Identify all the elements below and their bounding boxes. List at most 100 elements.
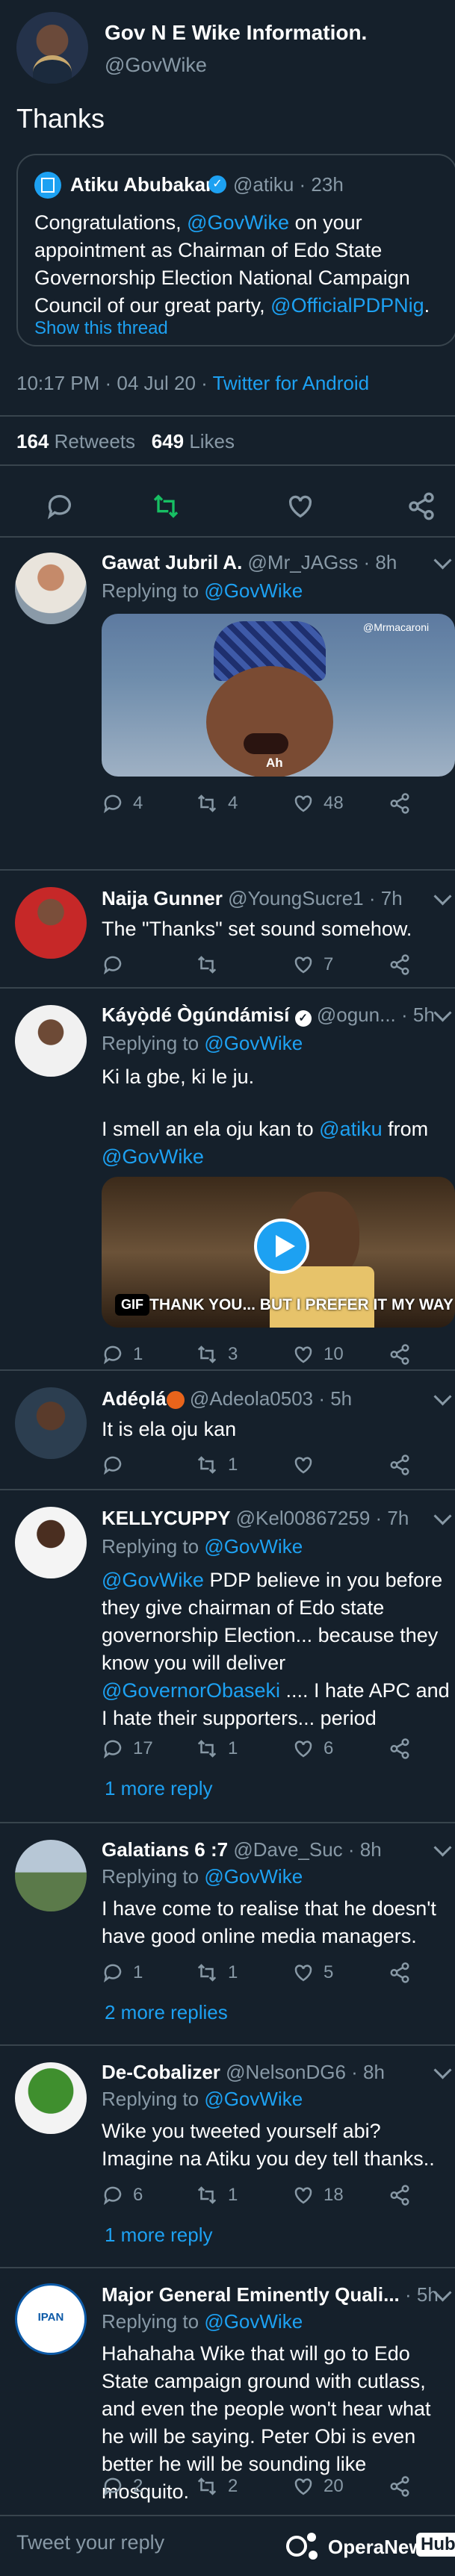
retweet-button[interactable]: 1 [195,2180,238,2210]
share-button[interactable] [389,2471,411,2501]
like-button[interactable] [292,1450,324,1480]
reply-button[interactable] [37,484,82,529]
mention-link[interactable]: @GovWike [204,2088,303,2110]
reply-button[interactable]: 6 [102,2180,143,2210]
likes-label[interactable]: Likes [189,430,235,452]
author-name[interactable]: Naija Gunner [102,887,223,909]
source-link[interactable]: Twitter for Android [213,372,370,394]
reply-button[interactable]: 1 [102,1958,143,1988]
like-button[interactable]: 6 [292,1734,333,1764]
chevron-down-icon[interactable] [433,887,452,906]
mention-link[interactable]: @GovWike [204,579,303,602]
mention-link[interactable]: @GovWike [102,1145,204,1168]
retweet-button[interactable]: 1 [195,1734,238,1764]
media-image[interactable]: @Mrmacaroni Ah [102,614,455,777]
mention-link[interactable]: @GovWike [204,1865,303,1888]
reply-button[interactable]: 1 [102,1340,143,1369]
gif-media[interactable]: GIF THANK YOU... BUT I PREFER IT MY WAY [102,1177,455,1328]
author-name[interactable]: Gov N E Wike Information. [105,21,367,45]
author-name[interactable]: KELLYCUPPY [102,1507,230,1529]
chevron-down-icon[interactable] [433,1507,452,1525]
like-button[interactable]: 5 [292,1958,333,1988]
mention-link[interactable]: @GovWike [187,211,289,234]
reply-button[interactable] [102,1450,133,1480]
more-replies-link[interactable]: 2 more replies [105,2001,228,2024]
like-button[interactable]: 20 [292,2471,344,2501]
author-handle[interactable]: @Adeola0503 · 5h [190,1387,352,1410]
author-handle[interactable]: · 5h [405,2283,439,2306]
retweet-button[interactable]: 1 [195,1958,238,1988]
reply-button[interactable]: 2 [102,2471,143,2501]
like-button[interactable]: 48 [292,788,344,818]
like-button[interactable]: 10 [292,1340,344,1369]
share-button[interactable] [389,1340,411,1369]
reply-tweet[interactable]: Naija Gunner @YoungSucre1 · 7h The "Than… [0,871,455,990]
play-icon[interactable] [254,1219,309,1274]
retweet-button[interactable]: 2 [195,2471,238,2501]
reply-tweet[interactable]: KELLYCUPPY @Kel00867259 · 7h Replying to… [0,1490,455,1819]
chevron-down-icon[interactable] [433,1387,452,1406]
avatar[interactable] [15,1507,87,1578]
quoted-tweet[interactable]: Atiku Abubakar ✓ @atiku · 23h Congratula… [16,154,455,346]
author-handle[interactable]: @Dave_Suc · 8h [233,1838,381,1861]
avatar[interactable] [15,553,87,624]
avatar[interactable]: IPAN [15,2283,87,2355]
avatar[interactable] [15,2062,87,2134]
retweet-button[interactable] [143,484,188,529]
like-button[interactable]: 7 [292,950,333,980]
reply-tweet[interactable]: Káyọ̀dé Ògúndámisí ✓ @ogun... · 5h Reply… [0,989,455,1365]
mention-link[interactable]: @GovWike [204,1032,303,1054]
retweet-button[interactable]: 3 [195,1340,238,1369]
retweet-button[interactable]: 1 [195,1450,238,1480]
author-name[interactable]: De-Cobalizer [102,2061,220,2083]
reply-tweet[interactable]: De-Cobalizer @NelsonDG6 · 8h Replying to… [0,2046,455,2265]
chevron-down-icon[interactable] [433,1004,452,1022]
author-name[interactable]: Galatians 6 :7 [102,1838,228,1861]
author-name[interactable]: Káyọ̀dé Ògúndámisí [102,1004,289,1026]
share-button[interactable] [389,788,411,818]
author-handle[interactable]: @NelsonDG6 · 8h [226,2061,385,2083]
reply-button[interactable] [102,950,133,980]
mention-link[interactable]: @OfficialPDPNig [270,294,424,317]
more-replies-link[interactable]: 1 more reply [105,2224,213,2247]
author-handle[interactable]: @Kel00867259 · 7h [236,1507,409,1529]
reply-tweet[interactable]: Galatians 6 :7 @Dave_Suc · 8h Replying t… [0,1823,455,2043]
chevron-down-icon[interactable] [433,2061,452,2079]
avatar[interactable] [15,887,87,959]
share-button[interactable] [389,2180,411,2210]
mention-link[interactable]: @GovWike [204,2310,303,2333]
avatar[interactable] [15,1005,87,1077]
likes-count[interactable]: 649 [152,430,184,452]
mention-link[interactable]: @GovWike [204,1535,303,1558]
more-replies-link[interactable]: 1 more reply [105,1777,213,1800]
mention-link[interactable]: @atiku [319,1118,382,1140]
reply-tweet[interactable]: IPAN Major General Eminently Quali... · … [0,2268,455,2515]
share-button[interactable] [389,1958,411,1988]
share-button[interactable] [389,950,411,980]
avatar[interactable] [15,1387,87,1459]
reply-tweet[interactable]: Gawat Jubril A. @Mr_JAGss · 8h Replying … [0,538,455,874]
reply-tweet[interactable]: Adéọlá @Adeola0503 · 5h It is ela oju ka… [0,1371,455,1483]
reply-button[interactable]: 17 [102,1734,153,1764]
chevron-down-icon[interactable] [433,1838,452,1857]
share-button[interactable] [389,1450,411,1480]
retweets-label[interactable]: Retweets [55,430,135,452]
like-button[interactable] [278,484,323,529]
reply-button[interactable]: 4 [102,788,143,818]
like-button[interactable]: 18 [292,2180,344,2210]
author-handle[interactable]: @ogun... · 5h [317,1004,435,1026]
share-button[interactable] [399,484,444,529]
author-name[interactable]: Adéọlá [102,1387,167,1410]
mention-link[interactable]: @GovWike [102,1569,204,1591]
author-handle[interactable]: @YoungSucre1 · 7h [228,887,403,909]
author-name[interactable]: Gawat Jubril A. [102,551,242,573]
author-name[interactable]: Major General Eminently Quali... [102,2283,400,2306]
chevron-down-icon[interactable] [433,551,452,570]
show-thread-link[interactable]: Show this thread [34,318,168,339]
author-handle[interactable]: @Mr_JAGss · 8h [248,551,397,573]
mention-link[interactable]: @GovernorObaseki [102,1679,280,1702]
author-handle[interactable]: @GovWike [105,54,207,77]
share-button[interactable] [389,1734,411,1764]
avatar[interactable] [15,1840,87,1911]
retweet-button[interactable]: 4 [195,788,238,818]
